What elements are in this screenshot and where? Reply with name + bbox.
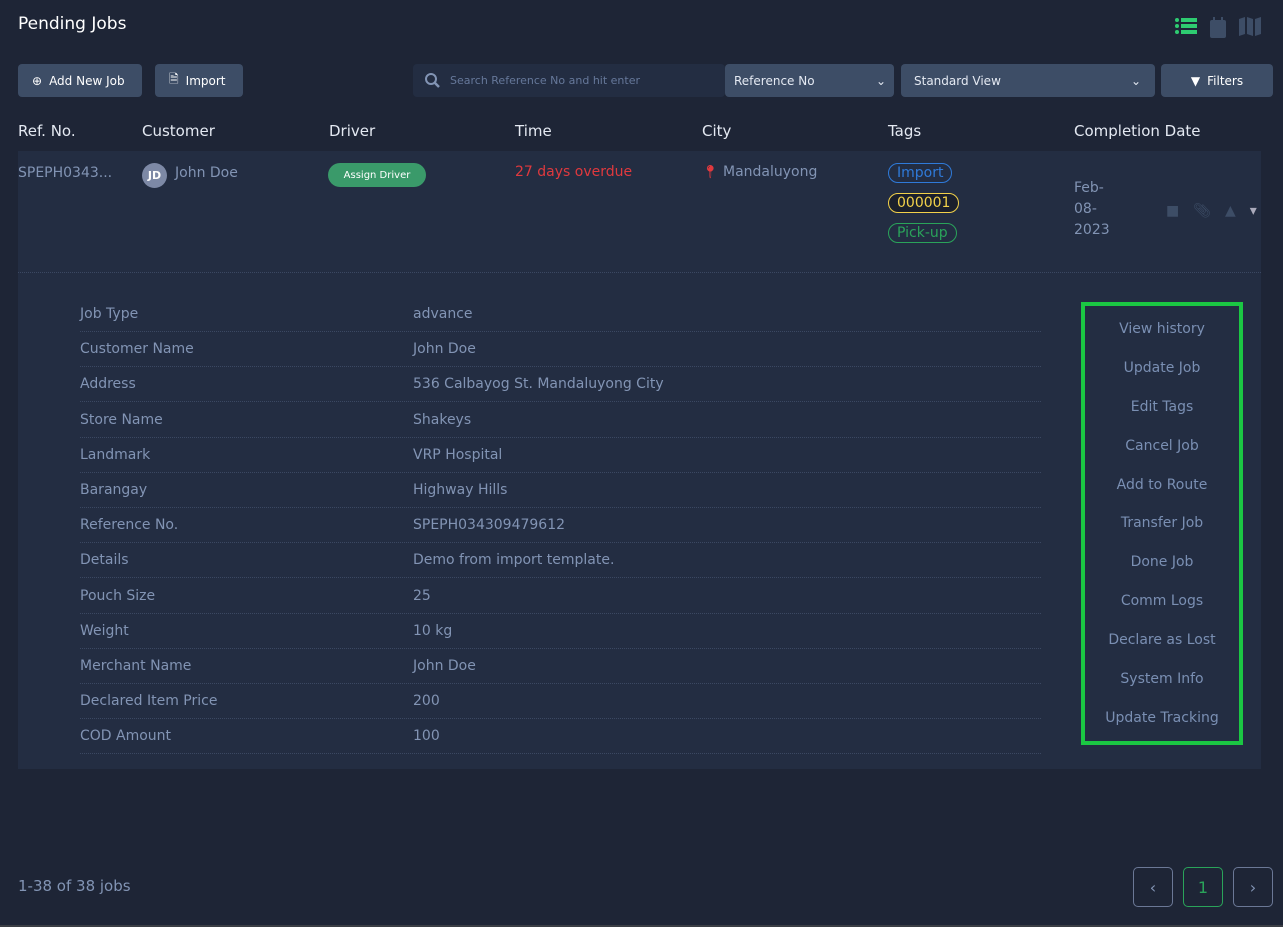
action-system-info[interactable]: System Info [1120, 671, 1203, 687]
detail-label: Barangay [80, 482, 148, 498]
detail-label: Customer Name [80, 341, 194, 358]
detail-value: 200 [413, 693, 440, 710]
tag-number[interactable]: 000001 [888, 193, 960, 213]
detail-row: Weight 10 kg [80, 614, 1041, 649]
job-row[interactable]: SPEPH0343... JD John Doe Assign Driver 2… [18, 151, 1261, 769]
column-time[interactable]: Time [515, 122, 552, 140]
job-actions-menu: View history Update Job Edit Tags Cancel Jo… [1081, 302, 1243, 745]
detail-row: Job Type advance [80, 297, 1041, 332]
paperclip-icon[interactable]: 📎︎ [1193, 203, 1211, 219]
detail-row: Customer Name John Doe [80, 332, 1041, 368]
pagination-summary: 1-38 of 38 jobs [18, 877, 131, 895]
detail-label: Landmark [80, 446, 151, 463]
detail-label: Details [80, 552, 129, 569]
detail-value: advance [413, 306, 473, 322]
detail-row: Declared Item Price 200 [80, 684, 1041, 720]
add-new-job-button[interactable]: ⊕ Add New Job [18, 64, 142, 97]
column-tags[interactable]: Tags [888, 122, 921, 140]
detail-row: Barangay Highway Hills [80, 473, 1041, 508]
tag-import[interactable]: Import [888, 163, 953, 183]
detail-row: Details Demo from import template. [80, 543, 1041, 579]
detail-value: VRP Hospital [413, 446, 503, 463]
caret-down-icon[interactable]: ▾ [1250, 203, 1257, 219]
action-comm-logs[interactable]: Comm Logs [1121, 593, 1203, 609]
detail-value: 100 [413, 728, 440, 745]
map-view-icon[interactable] [1239, 16, 1261, 36]
detail-label: Weight [80, 622, 129, 639]
chevron-down-icon: ⌄ [875, 73, 886, 88]
customer-name: John Doe [175, 165, 238, 181]
tag-pickup[interactable]: Pick-up [888, 223, 957, 243]
detail-row: Address 536 Calbayog St. Mandaluyong City [80, 367, 1041, 403]
map-pin-icon: 📍︎ [702, 165, 719, 180]
detail-value: Highway Hills [413, 482, 508, 498]
completion-date: Feb- 08- 2023 [1074, 180, 1110, 238]
detail-value: 10 kg [413, 622, 453, 639]
assign-driver-button[interactable]: Assign Driver [328, 163, 426, 187]
page-1-button[interactable]: 1 [1183, 867, 1223, 907]
detail-value: Demo from import template. [413, 552, 615, 569]
detail-value: SPEPH034309479612 [413, 517, 566, 534]
action-view-history[interactable]: View history [1119, 321, 1205, 337]
filter-icon: ▼ [1190, 73, 1201, 88]
detail-label: Store Name [80, 411, 163, 428]
detail-row: COD Amount 100 [80, 719, 1041, 755]
view-select[interactable]: Standard View ⌄ [901, 64, 1155, 97]
column-customer[interactable]: Customer [142, 122, 215, 140]
list-view-icon[interactable] [1175, 16, 1197, 36]
page-title: Pending Jobs [18, 14, 127, 34]
chevron-down-icon: ⌄ [1130, 73, 1141, 88]
prev-page-button[interactable]: ‹ [1133, 867, 1173, 907]
filters-button[interactable]: ▼ Filters [1161, 64, 1273, 97]
search-icon [425, 73, 440, 88]
detail-value: 536 Calbayog St. Mandaluyong City [413, 376, 664, 393]
detail-row: Pouch Size 25 [80, 579, 1041, 614]
detail-label: Job Type [80, 306, 139, 322]
detail-label: Pouch Size [80, 587, 156, 604]
column-ref[interactable]: Ref. No. [18, 122, 76, 140]
import-button[interactable]: 🗎 Import [155, 64, 243, 97]
detail-row: Store Name Shakeys [80, 403, 1041, 438]
detail-row: Merchant Name John Doe [80, 649, 1041, 684]
ref-no: SPEPH0343... [18, 165, 113, 181]
action-add-to-route[interactable]: Add to Route [1117, 477, 1208, 493]
action-update-tracking[interactable]: Update Tracking [1105, 710, 1218, 726]
detail-label: Address [80, 376, 136, 393]
search-input[interactable]: Search Reference No and hit enter [413, 64, 725, 97]
column-driver[interactable]: Driver [329, 122, 375, 140]
detail-value: John Doe [413, 658, 476, 674]
detail-row: Reference No. SPEPH034309479612 [80, 508, 1041, 544]
detail-value: John Doe [413, 341, 476, 358]
action-transfer-job[interactable]: Transfer Job [1121, 515, 1203, 531]
column-city[interactable]: City [702, 122, 731, 140]
note-icon[interactable]: ■ [1166, 203, 1179, 219]
column-completion-date[interactable]: Completion Date [1074, 122, 1201, 140]
warning-icon[interactable]: ▲ [1225, 203, 1236, 219]
calendar-view-icon[interactable] [1209, 16, 1227, 38]
avatar: JD [142, 163, 167, 188]
overdue-status: 27 days overdue [515, 164, 633, 180]
detail-row: Landmark VRP Hospital [80, 438, 1041, 473]
next-page-button[interactable]: › [1233, 867, 1273, 907]
action-cancel-job[interactable]: Cancel Job [1125, 438, 1198, 454]
action-done-job[interactable]: Done Job [1131, 554, 1194, 570]
action-edit-tags[interactable]: Edit Tags [1131, 399, 1194, 415]
file-import-icon: 🗎 [169, 72, 179, 86]
action-declare-as-lost[interactable]: Declare as Lost [1108, 632, 1215, 648]
city: Mandaluyong [723, 164, 818, 180]
detail-value: 25 [413, 587, 431, 604]
detail-label: Reference No. [80, 517, 179, 534]
detail-value: Shakeys [413, 411, 472, 428]
detail-label: COD Amount [80, 728, 172, 745]
plus-circle-icon: ⊕ [32, 73, 43, 88]
detail-label: Merchant Name [80, 658, 192, 674]
search-field-select[interactable]: Reference No ⌄ [725, 64, 894, 97]
detail-label: Declared Item Price [80, 693, 218, 710]
action-update-job[interactable]: Update Job [1124, 360, 1201, 376]
